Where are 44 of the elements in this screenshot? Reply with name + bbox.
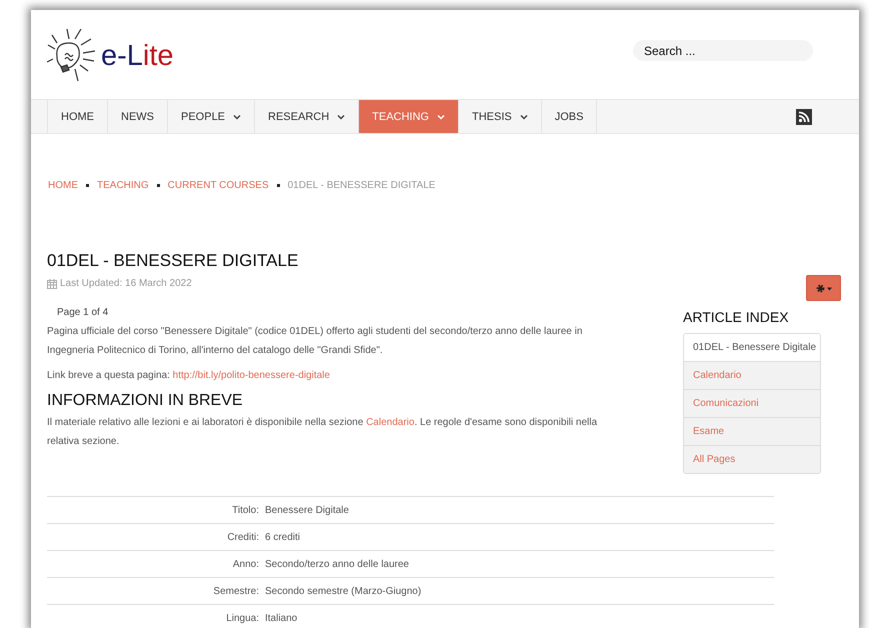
index-item[interactable]: Esame	[684, 417, 820, 445]
info-value: Secondo semestre (Marzo-Giugno)	[265, 578, 774, 604]
breadcrumb-link[interactable]: HOME	[48, 180, 78, 190]
nav-tab[interactable]: NEWS	[108, 100, 168, 133]
info-value: Italiano	[265, 604, 774, 628]
breadcrumb-current: 01DEL - BENESSERE DIGITALE	[288, 180, 436, 190]
info-label: Lingua:	[47, 604, 265, 628]
settings-button[interactable]	[806, 275, 841, 301]
info-value: Secondo/terzo anno delle lauree	[265, 550, 774, 578]
index-item[interactable]: All Pages	[684, 445, 820, 473]
logo-text[interactable]: e-Lite	[101, 40, 174, 72]
info-label: Crediti:	[47, 524, 265, 550]
intro-paragraph: Pagina ufficiale del corso "Benessere Digitale" (codice 01DEL) offerto agli studenti del secondo/terzo anno delle lauree in Ingegneria Politecnico di Torino, all'interno del catalogo delle "Grandi Sfide".	[47, 325, 584, 358]
breadcrumb-link[interactable]: CURRENT COURSES	[168, 180, 269, 190]
nav-tab[interactable]: TEACHING	[359, 100, 459, 133]
search-field[interactable]: Search ...	[633, 40, 813, 61]
gear-icon	[816, 284, 832, 292]
index-item[interactable]: Calendario	[684, 361, 820, 389]
breadcrumb-link[interactable]: TEACHING	[97, 180, 149, 190]
info-value: Benessere Digitale	[265, 496, 774, 524]
info-label: Anno:	[47, 550, 265, 578]
chevron-down-icon	[337, 114, 346, 120]
nav-tab[interactable]: HOME	[48, 100, 108, 133]
calendar-icon	[47, 278, 57, 288]
article-index-title: ARTICLE INDEX	[683, 309, 790, 325]
last-updated: Last Updated: 16 March 2022	[60, 278, 192, 289]
rss-icon[interactable]	[796, 108, 812, 124]
index-item[interactable]: Comunicazioni	[684, 389, 820, 417]
nav-tab[interactable]: JOBS	[542, 100, 598, 133]
chevron-down-icon	[437, 114, 445, 120]
section-paragraph: Il materiale relativo alle lezioni e ai laboratori è disponibile nella sezione Calendario. Le regole d'esame sono disponibili nella relativa sezione.	[47, 416, 598, 449]
short-link[interactable]: http://bit.ly/polito-benessere-digitale	[172, 370, 330, 381]
section-heading: INFORMAZIONI IN BREVE	[47, 391, 244, 410]
chevron-down-icon	[233, 114, 242, 120]
info-value: 6 crediti	[265, 524, 774, 550]
calendar-link[interactable]: Calendario	[366, 417, 414, 428]
info-label: Semestre:	[47, 578, 265, 604]
chevron-down-icon	[520, 114, 528, 120]
article-title: 01DEL - BENESSERE DIGITALE	[47, 251, 300, 272]
nav-tab[interactable]: THESIS	[459, 100, 542, 133]
info-label: Titolo:	[47, 496, 265, 524]
short-link-paragraph: Link breve a questa pagina: http://bit.ly/polito-benessere-digitale	[47, 369, 331, 383]
nav-tab[interactable]: PEOPLE	[168, 100, 256, 133]
page-counter: Page 1 of 4	[56, 306, 110, 320]
